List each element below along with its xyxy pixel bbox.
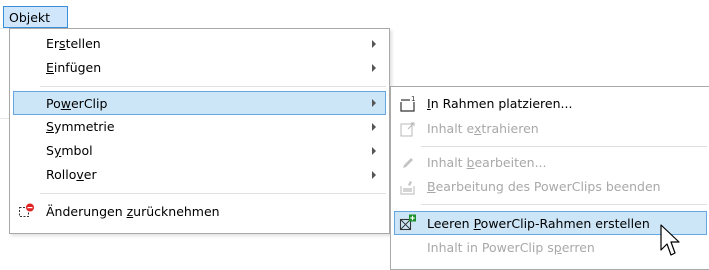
menu-item-rollover[interactable]: Rollover	[13, 163, 386, 187]
submenu-separator	[421, 204, 707, 205]
submenu-item-bearbeiten-label: Inhalt bearbeiten...	[427, 155, 547, 170]
submenu-arrow-icon	[372, 171, 376, 179]
submenu-arrow-icon	[372, 40, 376, 48]
menu-item-symmetrie[interactable]: Symmetrie	[13, 115, 386, 139]
menu-item-rollover-label: Rollover	[46, 167, 97, 182]
submenu-item-beenden-label: Bearbeitung des PowerClips beenden	[427, 179, 661, 194]
svg-text:1: 1	[411, 95, 415, 103]
submenu-arrow-icon	[372, 64, 376, 72]
submenu-item-inhalt-extrahieren[interactable]: Inhalt extrahieren	[394, 117, 707, 141]
objekt-menu: Erstellen Einfügen PowerClip Symmetrie S…	[9, 28, 390, 234]
menu-item-powerclip-label: PowerClip	[46, 96, 108, 111]
menu-item-erstellen-label: Erstellen	[46, 36, 101, 51]
submenu-arrow-icon	[372, 99, 376, 107]
menu-item-aenderungen-label: Änderungen zurücknehmen	[46, 204, 220, 219]
finish-editing-icon	[399, 178, 417, 196]
place-in-frame-icon: 1	[399, 95, 417, 113]
menubar-objekt[interactable]: Objekt	[3, 6, 68, 28]
menu-separator	[40, 193, 386, 194]
edit-pencil-icon	[399, 154, 417, 172]
menu-item-powerclip[interactable]: PowerClip	[13, 91, 386, 115]
submenu-item-inhalt-bearbeiten[interactable]: Inhalt bearbeiten...	[394, 151, 707, 175]
submenu-separator	[421, 146, 707, 147]
submenu-item-extrahieren-label: Inhalt extrahieren	[427, 121, 539, 136]
extract-content-icon	[399, 120, 417, 138]
submenu-item-leeren-label: Leeren PowerClip-Rahmen erstellen	[427, 216, 650, 231]
submenu-item-in-rahmen-label: In Rahmen platzieren...	[427, 96, 573, 111]
menubar-objekt-label: Objekt	[9, 10, 51, 25]
menu-item-aenderungen-zuruecknehmen[interactable]: Änderungen zurücknehmen	[13, 200, 386, 224]
submenu-arrow-icon	[372, 123, 376, 131]
submenu-item-in-rahmen-platzieren[interactable]: 1 In Rahmen platzieren...	[394, 92, 707, 116]
mouse-cursor-icon	[660, 224, 680, 256]
submenu-item-sperren-label: Inhalt in PowerClip sperren	[427, 240, 595, 255]
submenu-arrow-icon	[372, 147, 376, 155]
menu-item-erstellen[interactable]: Erstellen	[13, 32, 386, 56]
menu-item-einfuegen[interactable]: Einfügen	[13, 56, 386, 80]
menu-item-symmetrie-label: Symmetrie	[46, 119, 115, 134]
menu-separator	[40, 86, 386, 87]
menu-item-symbol[interactable]: Symbol	[13, 139, 386, 163]
submenu-item-bearbeitung-beenden[interactable]: Bearbeitung des PowerClips beenden	[394, 175, 707, 199]
menu-item-einfuegen-label: Einfügen	[46, 60, 102, 75]
new-empty-frame-icon	[399, 214, 417, 232]
undo-changes-icon	[18, 203, 36, 221]
menu-item-symbol-label: Symbol	[46, 143, 93, 158]
